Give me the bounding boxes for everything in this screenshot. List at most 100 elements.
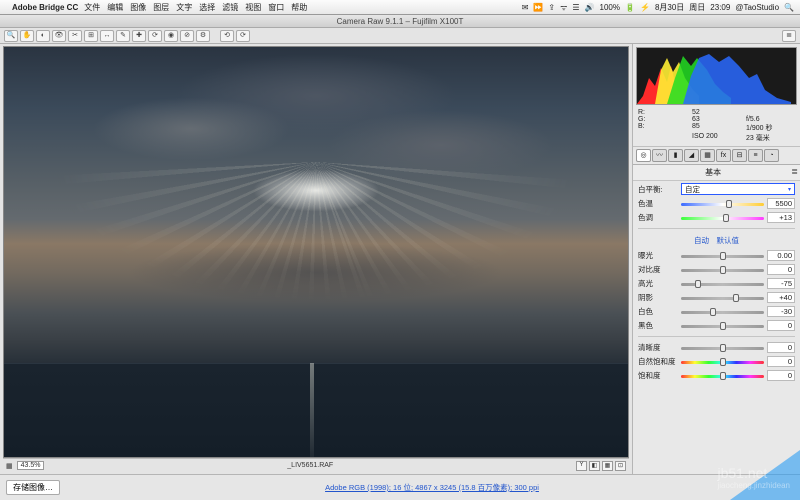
workflow-link[interactable]: Adobe RGB (1998); 16 位; 4867 x 3245 (15.… bbox=[70, 482, 794, 493]
contrast-label: 对比度 bbox=[638, 264, 678, 275]
highlight-value[interactable]: -75 bbox=[767, 278, 795, 289]
grid-icon[interactable]: ▦ bbox=[602, 461, 613, 471]
tab-fx[interactable]: fx bbox=[716, 149, 731, 162]
exposure-value[interactable]: 0.00 bbox=[767, 250, 795, 261]
app-name[interactable]: Adobe Bridge CC bbox=[12, 3, 78, 12]
menu-file[interactable]: 文件 bbox=[84, 2, 100, 13]
rotate-cw-icon[interactable]: ⟳ bbox=[236, 30, 250, 42]
fastforward-icon[interactable]: ⏩ bbox=[533, 3, 543, 12]
menu-help[interactable]: 帮助 bbox=[291, 2, 307, 13]
black-slider[interactable] bbox=[681, 322, 764, 330]
wifi-icon[interactable]: ᯤ bbox=[560, 2, 567, 13]
temp-label: 色温 bbox=[638, 198, 678, 209]
crop-tool[interactable]: ✂ bbox=[68, 30, 82, 42]
readout: R: 52 G: 63 f/5.6 B: 85 1/900 秒 ISO 200 … bbox=[633, 108, 800, 147]
sync-icon[interactable]: ⇪ bbox=[548, 3, 555, 12]
sampler-tool[interactable]: 👁 bbox=[52, 30, 66, 42]
wb-tool[interactable]: ◐ bbox=[36, 30, 50, 42]
compare-icon[interactable]: Y bbox=[576, 461, 587, 471]
battery-icon[interactable]: 🔋 bbox=[625, 3, 635, 12]
chevron-down-icon: ▾ bbox=[788, 186, 791, 193]
histogram[interactable] bbox=[636, 47, 797, 105]
menu-layer[interactable]: 图层 bbox=[153, 2, 169, 13]
acr-toolbar: 🔍 ✋ ◐ 👁 ✂ ⊞ ↔ ✎ ✚ ⟳ ◉ ⊘ ⚙ ⟲ ⟳ ≣ bbox=[0, 28, 800, 44]
menu-window[interactable]: 窗口 bbox=[268, 2, 284, 13]
sat-value[interactable]: 0 bbox=[767, 370, 795, 381]
highlight-slider[interactable] bbox=[681, 280, 764, 288]
menubar-right: ✉ ⏩ ⇪ ᯤ ☰ 🔊 100% 🔋 ⚡ 8月30日 周日 23:09 @Tao… bbox=[522, 2, 794, 13]
preview-canvas[interactable] bbox=[3, 46, 629, 458]
shadow-value[interactable]: +40 bbox=[767, 292, 795, 303]
b-label: B: bbox=[638, 123, 687, 133]
white-value[interactable]: -30 bbox=[767, 306, 795, 317]
black-label: 黑色 bbox=[638, 320, 678, 331]
menu-edit[interactable]: 编辑 bbox=[107, 2, 123, 13]
mail-icon[interactable]: ✉ bbox=[522, 3, 529, 12]
window-title: Camera Raw 9.1.1 – Fujifilm X100T bbox=[337, 17, 464, 26]
vibrance-value[interactable]: 0 bbox=[767, 356, 795, 367]
grid-toggle-icon[interactable]: ▦ bbox=[6, 462, 13, 470]
split-icon[interactable]: ◧ bbox=[589, 461, 600, 471]
contrast-value[interactable]: 0 bbox=[767, 264, 795, 275]
menu-view[interactable]: 视图 bbox=[245, 2, 261, 13]
menu-filter[interactable]: 滤镜 bbox=[222, 2, 238, 13]
watermark-triangle bbox=[730, 450, 800, 500]
menu-type[interactable]: 文字 bbox=[176, 2, 192, 13]
clarity-value[interactable]: 0 bbox=[767, 342, 795, 353]
radial-tool[interactable]: ◉ bbox=[164, 30, 178, 42]
section-basic: 基本 ≣ bbox=[633, 165, 800, 181]
tint-label: 色调 bbox=[638, 212, 678, 223]
wb-select[interactable]: 自定▾ bbox=[681, 183, 795, 195]
tint-value[interactable]: +13 bbox=[767, 212, 795, 223]
volume-icon[interactable]: 🔊 bbox=[585, 3, 595, 12]
fullscreen-icon[interactable]: ⊡ bbox=[615, 461, 626, 471]
spotlight-icon[interactable]: 🔍 bbox=[784, 3, 794, 12]
clarity-label: 清晰度 bbox=[638, 342, 678, 353]
tab-split[interactable]: ▦ bbox=[700, 149, 715, 162]
spot-tool[interactable]: ✚ bbox=[132, 30, 146, 42]
tab-lens[interactable]: ⊟ bbox=[732, 149, 747, 162]
tint-slider[interactable] bbox=[681, 214, 764, 222]
auto-link[interactable]: 自动 bbox=[694, 236, 709, 245]
b-value: 85 bbox=[692, 123, 741, 133]
menu-select[interactable]: 选择 bbox=[199, 2, 215, 13]
brush-tool[interactable]: ✎ bbox=[116, 30, 130, 42]
section-menu-icon[interactable]: ≣ bbox=[791, 167, 798, 176]
list-icon[interactable]: ☰ bbox=[572, 3, 579, 12]
temp-value[interactable]: 5500 bbox=[767, 198, 795, 209]
black-value[interactable]: 0 bbox=[767, 320, 795, 331]
rotate-ccw-icon[interactable]: ⟲ bbox=[220, 30, 234, 42]
tab-basic[interactable]: ◎ bbox=[636, 149, 651, 162]
temp-slider[interactable] bbox=[681, 200, 764, 208]
menu-image[interactable]: 图像 bbox=[130, 2, 146, 13]
hand-tool[interactable]: ✋ bbox=[20, 30, 34, 42]
grad-tool[interactable]: ⊘ bbox=[180, 30, 194, 42]
target-adj-tool[interactable]: ⊞ bbox=[84, 30, 98, 42]
shutter: 1/900 秒 bbox=[746, 123, 795, 133]
tab-preset[interactable]: ◔ bbox=[764, 149, 779, 162]
prefs-tool[interactable]: ⚙ bbox=[196, 30, 210, 42]
exposure-slider[interactable] bbox=[681, 252, 764, 260]
tab-hsl[interactable]: ◢ bbox=[684, 149, 699, 162]
white-slider[interactable] bbox=[681, 308, 764, 316]
toolbar-menu-icon[interactable]: ≣ bbox=[782, 30, 796, 42]
save-image-button[interactable]: 存储图像… bbox=[6, 480, 60, 495]
tab-calib[interactable]: ≡ bbox=[748, 149, 763, 162]
clock-date: 8月30日 bbox=[655, 2, 684, 13]
sat-slider[interactable] bbox=[681, 372, 764, 380]
vibrance-slider[interactable] bbox=[681, 358, 764, 366]
shadow-label: 阴影 bbox=[638, 292, 678, 303]
tab-detail[interactable]: ▮ bbox=[668, 149, 683, 162]
straighten-tool[interactable]: ↔ bbox=[100, 30, 114, 42]
zoom-level[interactable]: 43.5% bbox=[17, 461, 45, 470]
contrast-slider[interactable] bbox=[681, 266, 764, 274]
clock-time: 23:09 bbox=[710, 3, 730, 12]
shadow-slider[interactable] bbox=[681, 294, 764, 302]
user-name[interactable]: @TaoStudio bbox=[735, 3, 779, 12]
redeye-tool[interactable]: ⟳ bbox=[148, 30, 162, 42]
tab-curve[interactable]: 〰 bbox=[652, 149, 667, 162]
zoom-tool[interactable]: 🔍 bbox=[4, 30, 18, 42]
wb-label: 白平衡: bbox=[638, 184, 678, 195]
default-link[interactable]: 默认值 bbox=[717, 236, 740, 245]
clarity-slider[interactable] bbox=[681, 344, 764, 352]
